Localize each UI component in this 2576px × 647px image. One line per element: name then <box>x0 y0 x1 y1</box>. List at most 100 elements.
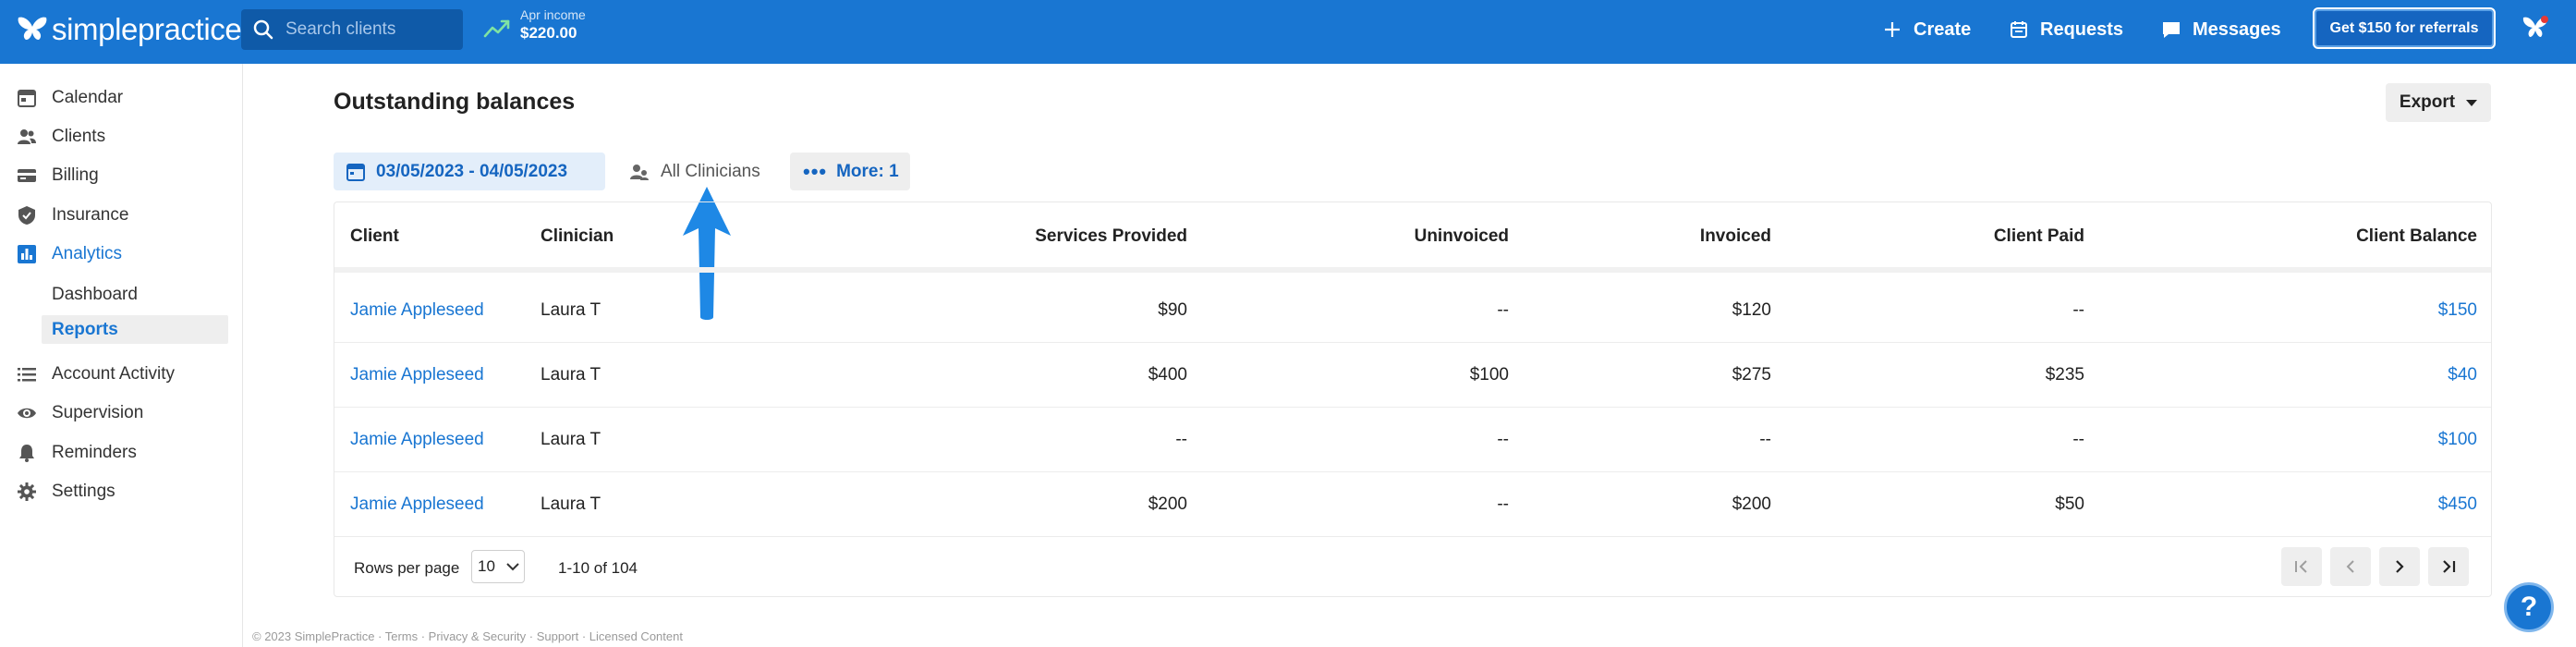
bell-icon <box>19 445 34 462</box>
services-cell: $400 <box>1148 365 1187 385</box>
column-header-client[interactable]: Client <box>350 226 399 247</box>
search-box[interactable] <box>241 9 463 50</box>
client-link[interactable]: Jamie Appleseed <box>350 300 484 321</box>
sidebar-item-insurance[interactable]: Insurance <box>17 203 128 227</box>
sidebar-item-settings[interactable]: Settings <box>17 480 115 504</box>
previous-page-button[interactable] <box>2330 547 2371 586</box>
client-balance-link[interactable]: $40 <box>2448 365 2477 385</box>
date-range-label: 03/05/2023 - 04/05/2023 <box>376 161 568 181</box>
butterfly-menu-icon[interactable] <box>2521 13 2550 43</box>
sidebar-item-analytics[interactable]: Analytics <box>17 242 122 266</box>
top-navigation-bar: simplepractice Apr income $220.00 Create… <box>0 0 2576 64</box>
rows-per-page-label: Rows per page <box>354 559 460 577</box>
logo-text: simplepractice <box>52 12 242 46</box>
eye-icon <box>18 408 36 419</box>
card-icon <box>18 169 36 182</box>
bar-chart-icon <box>18 245 36 263</box>
sidebar-item-label: Settings <box>52 482 115 501</box>
plus-icon <box>1885 22 1900 37</box>
client-paid-cell: -- <box>2072 300 2084 320</box>
income-label: Apr income <box>520 7 586 22</box>
export-label: Export <box>2399 92 2456 112</box>
first-page-button[interactable] <box>2281 547 2322 586</box>
sidebar-item-supervision[interactable]: Supervision <box>17 401 143 425</box>
chat-icon <box>2163 22 2180 38</box>
income-widget[interactable]: Apr income $220.00 <box>483 7 586 43</box>
sidebar-item-clients[interactable]: Clients <box>17 125 105 149</box>
requests-label: Requests <box>2040 18 2124 40</box>
first-page-icon <box>2295 560 2307 573</box>
messages-button[interactable]: Messages <box>2161 17 2281 43</box>
sidebar-item-reminders[interactable]: Reminders <box>17 441 137 465</box>
clinician-cell: Laura T <box>541 365 601 385</box>
last-page-button[interactable] <box>2428 547 2469 586</box>
column-header-clinician[interactable]: Clinician <box>541 226 614 247</box>
client-balance-link[interactable]: $150 <box>2438 300 2477 321</box>
income-value: $220.00 <box>520 24 577 42</box>
sidebar-item-label: Analytics <box>52 244 123 263</box>
last-page-icon <box>2443 560 2456 573</box>
uninvoiced-cell: -- <box>1497 430 1509 449</box>
next-page-button[interactable] <box>2379 547 2420 586</box>
invoiced-cell: $275 <box>1732 365 1771 385</box>
column-header-services[interactable]: Services Provided <box>1035 226 1187 247</box>
table-pagination: Rows per page 10 1-10 of 104 <box>334 539 2491 598</box>
trend-up-icon <box>483 19 510 38</box>
more-filters-label: More: 1 <box>836 161 899 181</box>
services-cell: -- <box>1175 430 1187 449</box>
invoiced-cell: $120 <box>1732 300 1771 320</box>
messages-label: Messages <box>2193 18 2281 40</box>
client-balance-link[interactable]: $100 <box>2438 430 2477 450</box>
sidebar-item-label: Calendar <box>52 88 124 107</box>
sidebar-item-label: Account Activity <box>52 364 176 384</box>
column-header-uninvoiced[interactable]: Uninvoiced <box>1415 226 1509 247</box>
client-paid-cell: -- <box>2072 430 2084 449</box>
sidebar-item-label: Insurance <box>52 205 129 225</box>
referral-button[interactable]: Get $150 for referrals <box>2313 7 2496 49</box>
sidebar-subitem-reports[interactable]: Reports <box>52 318 118 342</box>
caret-down-icon <box>2466 99 2478 106</box>
rows-per-page-select[interactable]: 10 <box>471 550 525 583</box>
chevron-right-icon <box>2396 560 2404 573</box>
table-row: Jamie Appleseed Laura T $200 -- $200 $50… <box>334 472 2491 537</box>
create-button[interactable]: Create <box>1882 17 1971 43</box>
clinician-cell: Laura T <box>541 430 601 449</box>
more-dots-icon: ••• <box>803 159 828 183</box>
clinician-cell: Laura T <box>541 494 601 514</box>
export-button[interactable]: Export <box>2386 83 2491 122</box>
client-link[interactable]: Jamie Appleseed <box>350 494 484 515</box>
calendar-request-icon <box>2011 21 2027 38</box>
help-button[interactable]: ? <box>2504 582 2554 632</box>
client-link[interactable]: Jamie Appleseed <box>350 430 484 450</box>
sidebar-item-calendar[interactable]: Calendar <box>17 86 123 110</box>
calendar-icon <box>18 90 36 107</box>
sidebar-subitem-dashboard[interactable]: Dashboard <box>52 283 138 307</box>
table-header: Client Clinician Services Provided Uninv… <box>334 202 2491 273</box>
requests-button[interactable]: Requests <box>2009 17 2123 43</box>
client-paid-cell: $235 <box>2045 365 2084 385</box>
list-icon <box>18 368 36 382</box>
sidebar-item-label: Billing <box>52 165 99 185</box>
calendar-icon <box>346 163 365 181</box>
chevron-left-icon <box>2346 560 2354 573</box>
chevron-down-icon <box>506 563 519 571</box>
sidebar-item-billing[interactable]: Billing <box>17 164 99 188</box>
sidebar-item-account-activity[interactable]: Account Activity <box>17 362 175 386</box>
client-paid-cell: $50 <box>2055 494 2084 514</box>
simplepractice-logo[interactable]: simplepractice <box>15 12 242 46</box>
date-range-filter[interactable]: 03/05/2023 - 04/05/2023 <box>334 153 605 190</box>
column-header-client-paid[interactable]: Client Paid <box>1994 226 2084 247</box>
clinician-group-icon <box>630 164 649 180</box>
create-label: Create <box>1914 18 1972 40</box>
more-filters-button[interactable]: ••• More: 1 <box>790 153 910 190</box>
people-icon <box>18 129 36 144</box>
table-row: Jamie Appleseed Laura T $400 $100 $275 $… <box>334 343 2491 408</box>
column-header-invoiced[interactable]: Invoiced <box>1700 226 1771 247</box>
client-balance-link[interactable]: $450 <box>2438 494 2477 515</box>
sidebar-item-label: Clients <box>52 127 106 146</box>
client-link[interactable]: Jamie Appleseed <box>350 365 484 385</box>
clinicians-filter-label: All Clinicians <box>661 161 760 181</box>
search-input[interactable] <box>286 19 461 40</box>
column-header-client-balance[interactable]: Client Balance <box>2356 226 2477 247</box>
services-cell: $90 <box>1158 300 1187 320</box>
